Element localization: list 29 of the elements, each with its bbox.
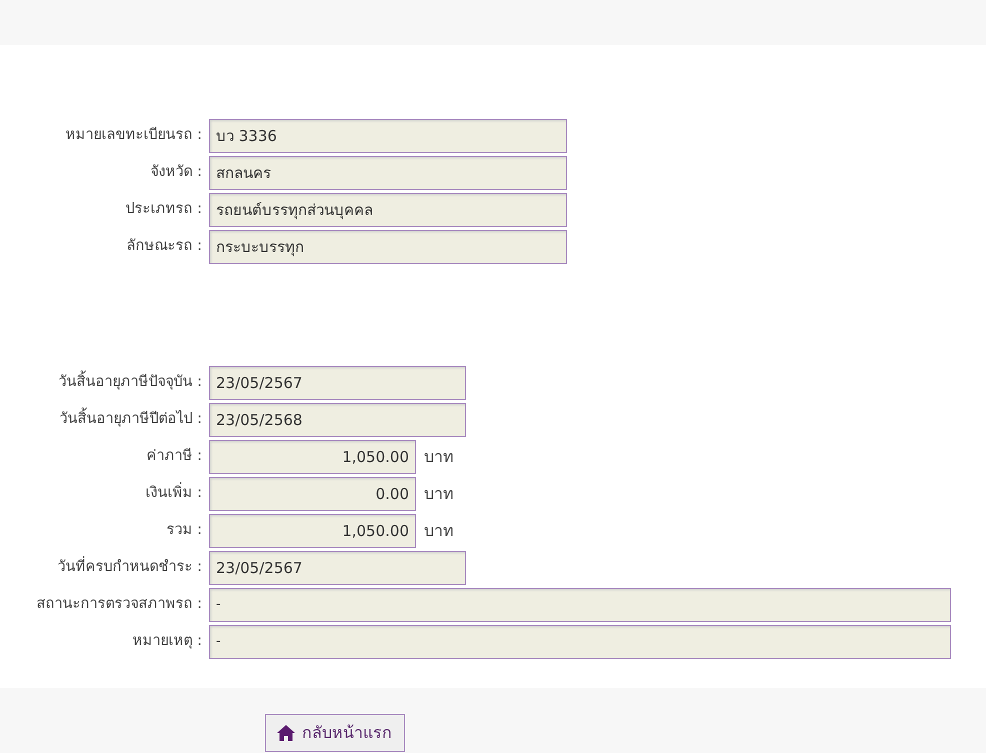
text-field[interactable]: สกลนคร xyxy=(209,156,567,190)
text-field[interactable]: 23/05/2567 xyxy=(209,366,466,400)
text-field[interactable]: กระบะบรรทุก xyxy=(209,230,567,264)
text-field[interactable]: 0.00 xyxy=(209,476,416,510)
field-label: หมายเลขทะเบียนรถ : xyxy=(64,126,203,145)
home-button[interactable]: กลับหน้าแรก xyxy=(265,714,405,752)
field-label: รวม : xyxy=(166,520,203,540)
text-field[interactable]: 1,050.00 xyxy=(209,514,416,548)
field-label: ค่าภาษี : xyxy=(146,446,203,466)
unit-label: บาท xyxy=(424,520,454,542)
text-field[interactable]: - xyxy=(209,588,951,622)
field-label: หมายเหตุ : xyxy=(132,632,203,651)
field-label: จังหวัด : xyxy=(150,162,203,182)
text-field[interactable]: 1,050.00 xyxy=(209,440,416,474)
field-label: วันสิ้นอายุภาษีปัจจุบัน : xyxy=(0,372,209,394)
unit-label: บาท xyxy=(424,446,454,468)
home-icon xyxy=(276,724,296,742)
field-label: วันที่ครบกำหนดชำระ : xyxy=(0,556,209,578)
field-label: ลักษณะรถ : xyxy=(126,236,203,256)
field-label: เงินเพิ่ม : xyxy=(0,482,209,504)
field-label: ประเภทรถ : xyxy=(124,200,203,219)
text-field[interactable]: บว 3336 xyxy=(209,118,567,152)
text-field[interactable]: - xyxy=(209,624,951,658)
unit-label: บาท xyxy=(424,482,454,504)
field-label: วันสิ้นอายุภาษีปีต่อไป : xyxy=(0,408,209,430)
text-field[interactable]: รถยนต์บรรทุกส่วนบุคคล xyxy=(209,192,567,226)
field-label: สถานะการตรวจสภาพรถ : xyxy=(36,594,203,614)
text-field[interactable]: 23/05/2568 xyxy=(209,402,466,436)
text-field[interactable]: 23/05/2567 xyxy=(209,550,466,584)
